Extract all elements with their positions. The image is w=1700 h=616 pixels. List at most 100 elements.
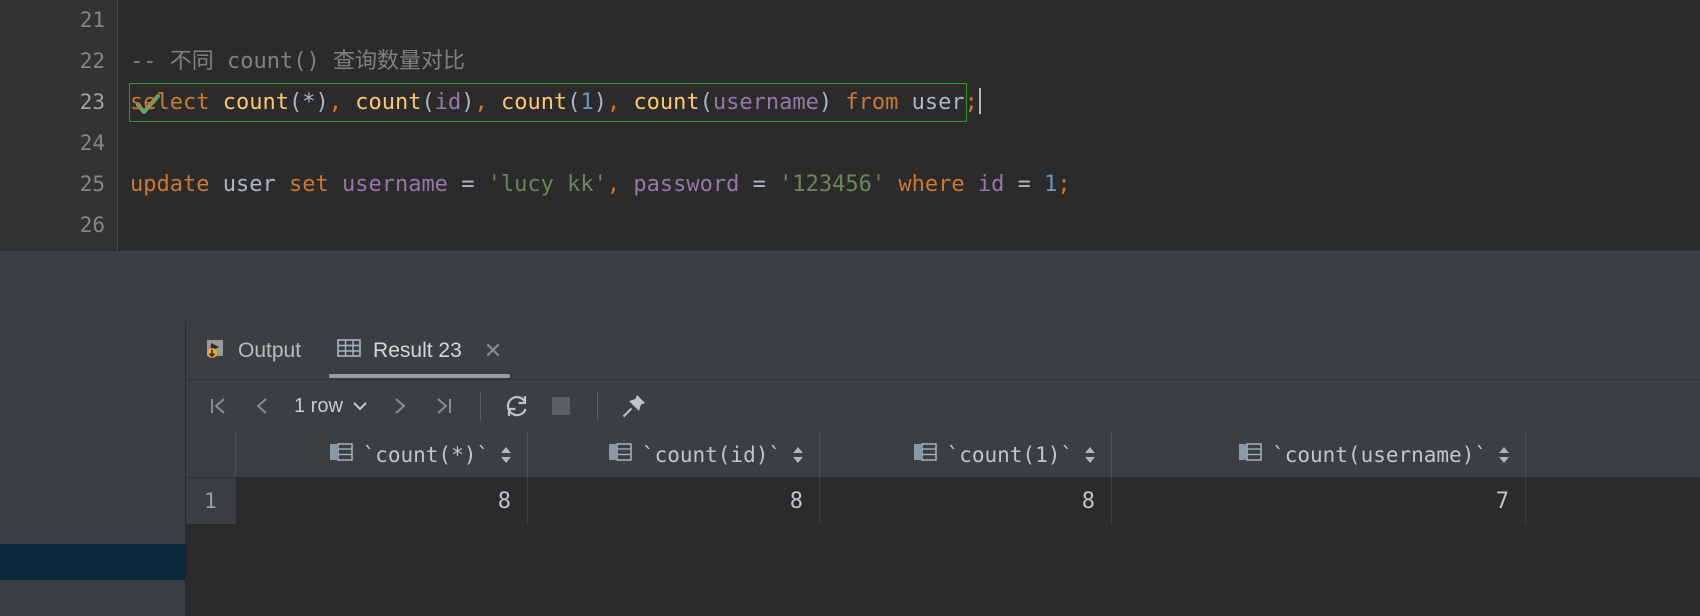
- token-pl: (: [699, 90, 713, 115]
- table-cell[interactable]: 7: [1112, 478, 1526, 524]
- grid-column-header[interactable]: `count(1)`: [820, 432, 1112, 477]
- token-k: ;: [1057, 172, 1071, 197]
- close-icon[interactable]: ✕: [484, 339, 502, 362]
- grid-column-header[interactable]: `count(*)`: [236, 432, 528, 477]
- code-line-24[interactable]: [130, 123, 1700, 164]
- sort-arrows-icon[interactable]: [499, 445, 513, 465]
- column-icon: [329, 442, 353, 467]
- token-id: password: [633, 172, 740, 197]
- rail-selected-item[interactable]: [0, 544, 186, 580]
- token-pl: user: [222, 172, 276, 197]
- editor-code-area[interactable]: -- 不同 count() 查询数量对比 select count(*), cou…: [118, 0, 1700, 250]
- code-line-26[interactable]: [130, 205, 1700, 246]
- gutter-line-23[interactable]: 23: [0, 82, 161, 123]
- divider-line: [0, 250, 1700, 251]
- toolbar-separator-2: [596, 392, 598, 420]
- token-fn: count: [633, 90, 700, 115]
- run-output-icon: [204, 337, 226, 365]
- line-number: 24: [79, 131, 105, 155]
- last-page-icon[interactable]: [424, 386, 464, 426]
- gutter-line-25[interactable]: 25: [0, 164, 117, 205]
- grid-header-rownum: [186, 432, 236, 477]
- results-data-grid[interactable]: `count(*)` `count(id)` `count(1)` `count(us…: [186, 432, 1700, 616]
- grid-header-row: `count(*)` `count(id)` `count(1)` `count(us…: [186, 432, 1700, 478]
- token-pl: ): [593, 90, 607, 115]
- token-pl: ): [818, 90, 833, 115]
- token-k: ;: [964, 90, 978, 115]
- stop-icon[interactable]: [541, 386, 581, 426]
- line-number: 26: [79, 213, 105, 237]
- token-k: where: [898, 172, 965, 197]
- ide-window: 21 22 23 24 25 26 -- 不同 count() 查询数量对比 select …: [0, 0, 1700, 616]
- token-fn: count: [500, 90, 568, 115]
- pin-icon[interactable]: [614, 386, 654, 426]
- gutter-line-21[interactable]: 21: [0, 0, 117, 41]
- token-num: 1: [1044, 172, 1058, 197]
- prev-page-icon[interactable]: [242, 386, 282, 426]
- line-number: 21: [79, 8, 105, 32]
- grid-column-header[interactable]: `count(id)`: [528, 432, 820, 477]
- token-num: 1: [580, 90, 594, 115]
- code-line-23[interactable]: select count(*), count(id), count(1), co…: [129, 82, 1700, 123]
- token-st: 'lucy kk': [487, 172, 607, 197]
- text-caret: [978, 88, 981, 114]
- tab-output[interactable]: Output: [186, 322, 319, 380]
- grid-column-header[interactable]: `count(username)`: [1112, 432, 1526, 477]
- line-number: 23: [79, 90, 105, 114]
- grid-column-header-label: `count(*)`: [362, 442, 489, 467]
- editor-gutter[interactable]: 21 22 23 24 25 26: [0, 0, 161, 250]
- code-line-25[interactable]: update user set username = 'lucy kk', pa…: [130, 164, 1700, 205]
- gutter-line-26[interactable]: 26: [0, 205, 117, 246]
- next-page-icon[interactable]: [380, 386, 420, 426]
- table-row[interactable]: 18887: [186, 478, 1700, 524]
- token-pl: (: [288, 90, 303, 115]
- table-cell[interactable]: 8: [236, 478, 528, 524]
- token-k: ,: [328, 90, 342, 115]
- token-op: =: [1017, 172, 1031, 197]
- token-k: select: [130, 90, 210, 115]
- sort-arrows-icon[interactable]: [791, 445, 805, 465]
- token-pl: (: [567, 90, 581, 115]
- token-k: set: [288, 172, 329, 197]
- token-pl: user: [911, 90, 965, 115]
- token-pl: (: [421, 90, 435, 115]
- token-pl: ): [315, 90, 329, 115]
- sort-arrows-icon[interactable]: [1497, 445, 1511, 465]
- active-tab-indicator: [329, 373, 511, 378]
- gutter-line-22[interactable]: 22: [0, 41, 117, 82]
- table-grid-icon: [337, 338, 361, 364]
- row-count-selector[interactable]: 1 row: [286, 386, 376, 426]
- line-number: 22: [79, 49, 105, 73]
- first-page-icon[interactable]: [198, 386, 238, 426]
- gutter-line-24[interactable]: 24: [0, 123, 117, 164]
- tab-result-23[interactable]: Result 23 ✕: [319, 322, 520, 380]
- sql-editor[interactable]: 21 22 23 24 25 26 -- 不同 count() 查询数量对比 select …: [0, 0, 1700, 250]
- token-st: '123456': [779, 172, 886, 197]
- row-number-cell[interactable]: 1: [186, 478, 236, 524]
- grid-empty-area: [186, 524, 1700, 616]
- sort-arrows-icon[interactable]: [1083, 445, 1097, 465]
- table-cell[interactable]: 8: [528, 478, 820, 524]
- reload-icon[interactable]: [497, 386, 537, 426]
- code-line-22[interactable]: -- 不同 count() 查询数量对比: [130, 41, 1700, 82]
- code-line-21[interactable]: [130, 0, 1700, 41]
- table-cell[interactable]: 8: [820, 478, 1112, 524]
- column-icon: [608, 442, 632, 467]
- grid-rows[interactable]: 18887: [186, 478, 1700, 524]
- token-k: ,: [606, 172, 621, 197]
